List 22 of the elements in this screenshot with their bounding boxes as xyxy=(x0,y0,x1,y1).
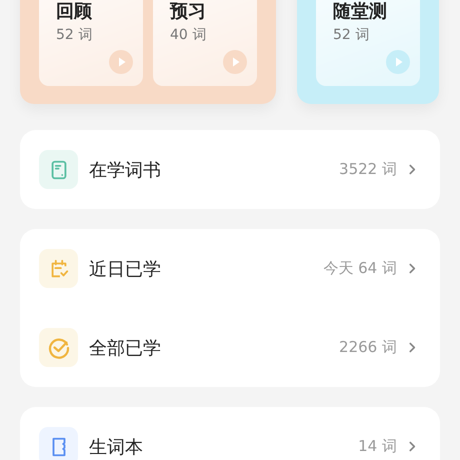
row-label[interactable]: 全部已学 xyxy=(89,336,340,360)
row-value: 2266 词 xyxy=(339,338,397,357)
check-circle-icon xyxy=(46,336,70,360)
row-value: 14 词 xyxy=(358,437,397,456)
word-count: 40 词 xyxy=(170,26,208,44)
chevron-right-icon[interactable] xyxy=(409,441,416,452)
card-title: 预习 xyxy=(170,1,207,23)
row-value: 3522 词 xyxy=(339,160,397,179)
chevron-right-icon[interactable] xyxy=(409,263,416,274)
row-value: 今天 64 词 xyxy=(323,259,397,278)
word-count: 52 词 xyxy=(56,26,94,44)
practice-card[interactable]: 随堂测 52 词 xyxy=(316,0,420,86)
row-label[interactable]: 生词本 xyxy=(89,434,358,458)
card-title: 随堂测 xyxy=(333,1,388,23)
card-title: 回顾 xyxy=(56,1,93,23)
practice-card[interactable]: 回顾 52 词 xyxy=(39,0,143,86)
row-label[interactable]: 在学词书 xyxy=(89,158,340,182)
chevron-right-icon[interactable] xyxy=(409,164,416,175)
practice-card[interactable]: 预习 40 词 xyxy=(153,0,257,86)
row-label[interactable]: 近日已学 xyxy=(89,256,324,280)
chevron-right-icon[interactable] xyxy=(409,342,416,353)
word-count: 52 词 xyxy=(333,26,370,44)
